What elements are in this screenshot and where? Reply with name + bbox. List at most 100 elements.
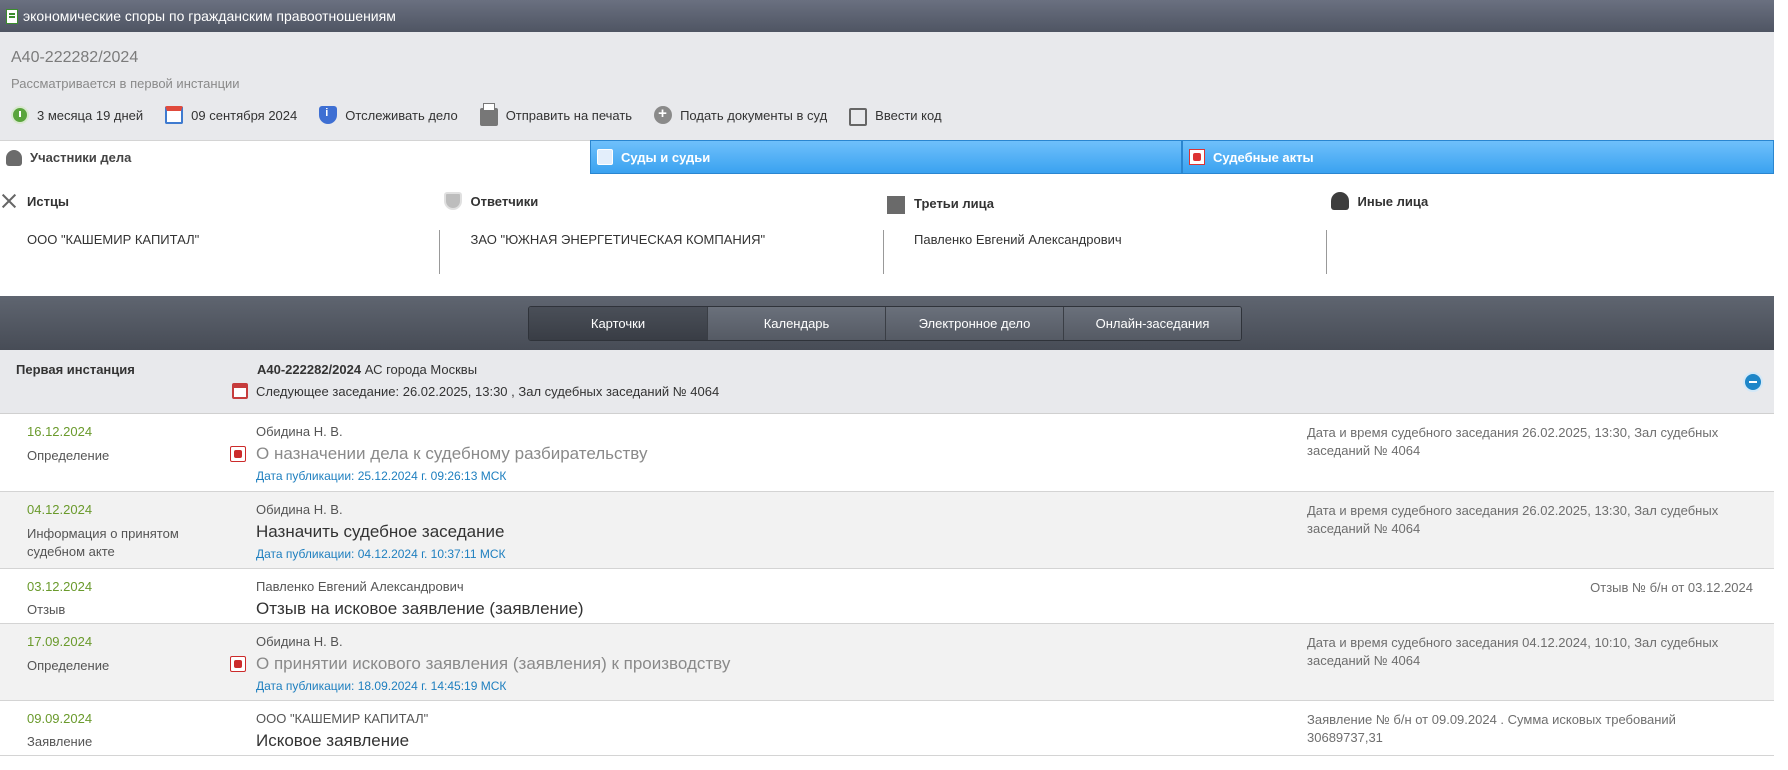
third-parties-label: Третьи лица	[914, 195, 995, 211]
printer-icon	[479, 103, 498, 126]
document-author: Обидина Н. В.	[256, 502, 343, 517]
view-switcher-bar: Карточки Календарь Электронное дело Онла…	[0, 296, 1774, 350]
duration-label: 3 месяца 19 дней	[37, 107, 144, 123]
document-icon	[6, 8, 18, 24]
document-note: Дата и время судебного заседания 26.02.2…	[1307, 503, 1719, 536]
document-row: 17.09.2024 Определение Обидина Н. В. О п…	[0, 624, 1774, 701]
track-case-button[interactable]: Отслеживать дело	[319, 106, 458, 124]
view-electronic-case-button[interactable]: Электронное дело	[885, 307, 1063, 340]
others-heading: Иные лица	[1330, 192, 1429, 210]
document-note: Заявление № б/н от 09.09.2024 . Сумма ис…	[1307, 712, 1676, 745]
document-type: Отзыв	[27, 602, 66, 617]
publication-date: Дата публикации: 18.09.2024 г. 14:45:19 …	[256, 679, 507, 693]
document-author: Обидина Н. В.	[256, 634, 343, 649]
view-switcher: Карточки Календарь Электронное дело Онла…	[528, 306, 1242, 341]
shield-info-icon	[319, 106, 338, 124]
document-note: Отзыв № б/н от 03.12.2024	[1590, 580, 1753, 595]
case-header: А40-222282/2024 Рассматривается в первой…	[0, 32, 1774, 140]
plus-circle-icon	[654, 105, 673, 124]
view-calendar-button[interactable]: Календарь	[707, 307, 885, 340]
document-title-link[interactable]: О принятии искового заявления (заявления…	[256, 654, 730, 674]
defendants-heading: Ответчики	[443, 192, 539, 210]
document-date: 04.12.2024	[27, 502, 93, 517]
instance-court: АС города Москвы	[364, 362, 478, 377]
column-divider	[439, 230, 440, 274]
documents-list: 16.12.2024 Определение Обидина Н. В. О н…	[0, 414, 1774, 756]
window-titlebar: экономические споры по гражданским право…	[0, 0, 1774, 32]
defendants-column: Ответчики ЗАО "ЮЖНАЯ ЭНЕРГЕТИЧЕСКАЯ КОМП…	[443, 174, 888, 296]
page: экономические споры по гражданским право…	[0, 0, 1788, 770]
column-divider	[882, 230, 884, 274]
document-author: ООО "КАШЕМИР КАПИТАЛ"	[256, 711, 429, 726]
view-cards-button[interactable]: Карточки	[529, 307, 707, 340]
pdf-icon[interactable]	[230, 446, 246, 462]
third-parties-heading: Третьи лица	[887, 192, 994, 214]
column-divider	[1326, 230, 1327, 274]
submit-documents-label: Подать документы в суд	[680, 107, 828, 123]
next-hearing: Следующее заседание: 26.02.2025, 13:30 ,…	[232, 383, 719, 399]
shield-icon	[443, 192, 462, 210]
enter-code-button[interactable]: Ввести код	[849, 104, 942, 126]
tab-acts[interactable]: Судебные акты	[1182, 140, 1774, 174]
document-date: 17.09.2024	[27, 634, 93, 649]
next-hearing-text: Следующее заседание: 26.02.2025, 13:30 ,…	[256, 383, 720, 399]
document-row: 04.12.2024 Информация о принятом судебно…	[0, 492, 1774, 569]
instance-name: Первая инстанция	[16, 362, 135, 377]
castle-icon	[887, 196, 905, 214]
publication-date: Дата публикации: 25.12.2024 г. 09:26:13 …	[256, 469, 507, 483]
plaintiffs-heading: Истцы	[0, 192, 69, 210]
tab-acts-label: Судебные акты	[1213, 149, 1314, 165]
document-title: Исковое заявление	[256, 731, 410, 750]
tab-participants-label: Участники дела	[30, 150, 132, 165]
document-title-link[interactable]: О назначении дела к судебному разбирател…	[256, 444, 647, 464]
tab-courts[interactable]: Суды и судьи	[590, 140, 1182, 174]
duration-indicator: 3 месяца 19 дней	[11, 106, 143, 124]
clock-icon	[11, 106, 29, 124]
case-actions: 3 месяца 19 дней 09 сентября 2024 Отслеж…	[11, 103, 964, 126]
document-type: Определение	[27, 658, 110, 673]
defendants-label: Ответчики	[470, 193, 539, 209]
third-parties-column: Третьи лица Павленко Евгений Александров…	[887, 174, 1331, 296]
keyboard-icon	[849, 108, 868, 126]
info-tabs: Участники дела Суды и судьи Судебные акт…	[0, 140, 1774, 174]
tab-participants[interactable]: Участники дела	[0, 140, 590, 174]
pdf-icon	[1189, 149, 1205, 165]
document-title: Отзыв на исковое заявление (заявление)	[256, 599, 584, 618]
enter-code-label: Ввести код	[875, 107, 942, 123]
document-date: 09.09.2024	[27, 711, 93, 726]
pdf-icon[interactable]	[230, 656, 246, 672]
case-status: Рассматривается в первой инстанции	[11, 76, 240, 91]
publication-date: Дата публикации: 04.12.2024 г. 10:37:11 …	[256, 547, 506, 561]
third-party-name[interactable]: Павленко Евгений Александрович	[914, 232, 1122, 247]
document-author: Павленко Евгений Александрович	[256, 579, 464, 594]
view-online-hearings-button[interactable]: Онлайн-заседания	[1063, 307, 1241, 340]
courthouse-icon	[597, 149, 613, 165]
print-button[interactable]: Отправить на печать	[479, 103, 632, 126]
defendant-name[interactable]: ЗАО "ЮЖНАЯ ЭНЕРГЕТИЧЕСКАЯ КОМПАНИЯ"	[471, 232, 766, 247]
document-row: 16.12.2024 Определение Обидина Н. В. О н…	[0, 414, 1774, 492]
document-date: 03.12.2024	[27, 579, 93, 594]
others-label: Иные лица	[1357, 193, 1429, 209]
document-title: Назначить судебное заседание	[256, 522, 505, 541]
document-row: 03.12.2024 Отзыв Павленко Евгений Алекса…	[0, 569, 1774, 624]
case-number: А40-222282/2024	[11, 49, 139, 66]
track-case-label: Отслеживать дело	[345, 107, 458, 123]
submit-documents-button[interactable]: Подать документы в суд	[654, 105, 828, 124]
document-type: Информация о принятом судебном акте	[27, 526, 179, 559]
document-row: 09.09.2024 Заявление ООО "КАШЕМИР КАПИТА…	[0, 701, 1774, 756]
collapse-icon[interactable]	[1743, 372, 1763, 392]
calendar-icon	[165, 106, 184, 124]
document-author: Обидина Н. В.	[256, 424, 343, 439]
tab-courts-label: Суды и судьи	[621, 149, 711, 165]
instance-case-number[interactable]: А40-222282/2024	[257, 362, 361, 377]
plaintiffs-column: Истцы ООО "КАШЕМИР КАПИТАЛ"	[0, 174, 444, 296]
calendar-icon	[232, 383, 248, 399]
others-column: Иные лица	[1330, 174, 1775, 296]
plaintiff-name[interactable]: ООО "КАШЕМИР КАПИТАЛ"	[27, 232, 199, 247]
document-type: Заявление	[27, 734, 93, 749]
document-note: Дата и время судебного заседания 04.12.2…	[1307, 635, 1719, 668]
document-type: Определение	[27, 448, 110, 463]
date-label: 09 сентября 2024	[191, 107, 298, 123]
crossed-swords-icon	[0, 192, 18, 210]
date-indicator: 09 сентября 2024	[165, 106, 297, 124]
